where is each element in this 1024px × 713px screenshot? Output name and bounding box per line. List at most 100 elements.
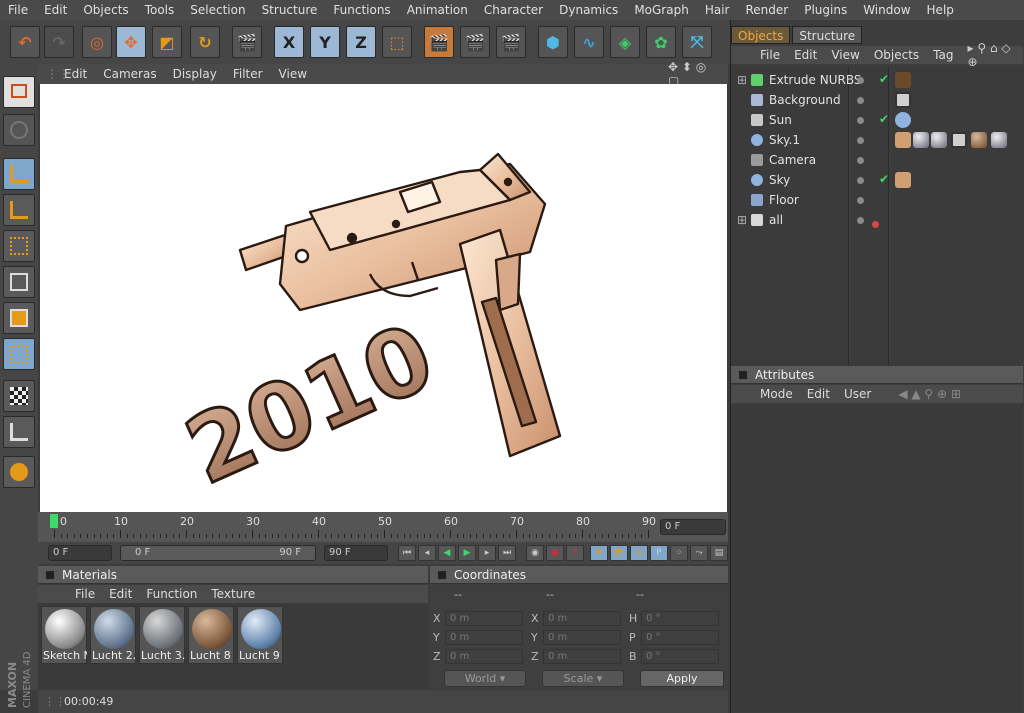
use-uv-button[interactable] — [3, 338, 35, 370]
size-z-field[interactable]: 0 m — [543, 649, 621, 664]
use-polygons-button[interactable] — [3, 302, 35, 334]
position-x-field[interactable]: 0 m — [445, 611, 523, 626]
menu-file[interactable]: File — [0, 3, 36, 17]
editor-visibility-dot[interactable] — [857, 157, 864, 164]
enabled-check-icon[interactable]: ✔ — [879, 72, 889, 86]
scale-tool-button[interactable]: ◩ — [152, 26, 182, 58]
sun-expression-tag-icon[interactable] — [895, 112, 911, 128]
menu-plugins[interactable]: Plugins — [796, 3, 855, 17]
key-parameter-toggle[interactable]: P — [650, 545, 668, 561]
material-swatch[interactable]: Lucht 9 — [237, 606, 283, 664]
render-view-button[interactable]: 🎬 — [424, 26, 454, 58]
tab-structure[interactable]: Structure — [792, 26, 863, 44]
key-rotation-toggle[interactable]: ◎ — [630, 545, 648, 561]
viewport-menu-cameras[interactable]: Cameras — [95, 67, 164, 81]
current-frame-field[interactable]: 0 F — [660, 519, 726, 535]
add-nurbs-button[interactable]: ◈ — [610, 26, 640, 58]
compositing-tag-icon[interactable] — [895, 92, 911, 108]
editor-visibility-dot[interactable] — [857, 77, 864, 84]
redo-button[interactable]: ↷ — [44, 26, 74, 58]
autokey-button[interactable]: ◉ — [546, 545, 564, 561]
z-axis-button[interactable]: Z — [346, 26, 376, 58]
editor-visibility-dot[interactable] — [857, 177, 864, 184]
object-row-sun[interactable]: Sun — [733, 110, 1021, 130]
frame-range-slider[interactable]: 0 F 90 F — [120, 545, 316, 561]
attributes-menu-user[interactable]: User — [837, 387, 878, 401]
add-array-button[interactable]: ✿ — [646, 26, 676, 58]
menu-functions[interactable]: Functions — [325, 3, 398, 17]
materials-menu-edit[interactable]: Edit — [102, 587, 139, 601]
tweak-button[interactable] — [3, 456, 35, 488]
editor-visibility-dot[interactable] — [857, 117, 864, 124]
play-forward-button[interactable]: ▶ — [458, 545, 476, 561]
timeline-ruler[interactable]: 0 10 20 30 40 50 60 70 80 90 0 F — [38, 512, 728, 542]
play-backward-button[interactable]: ◀ — [438, 545, 456, 561]
menu-objects[interactable]: Objects — [75, 3, 136, 17]
menu-render[interactable]: Render — [737, 3, 796, 17]
sky-tag-icon[interactable] — [895, 172, 911, 188]
key-pla-toggle[interactable]: ⁘ — [670, 545, 688, 561]
object-row-floor[interactable]: Floor — [733, 190, 1021, 210]
texture-axis-button[interactable] — [3, 416, 35, 448]
objects-menu-edit[interactable]: Edit — [787, 48, 824, 62]
position-y-field[interactable]: 0 m — [445, 630, 523, 645]
menu-edit[interactable]: Edit — [36, 3, 75, 17]
material-swatch[interactable]: Lucht 8 — [188, 606, 234, 664]
editor-visibility-dot[interactable] — [857, 197, 864, 204]
scheme-button[interactable]: ▤ — [710, 545, 728, 561]
object-row-extrude-nurbs[interactable]: ⊞ Extrude NURBS — [733, 70, 1021, 90]
x-axis-button[interactable]: X — [274, 26, 304, 58]
object-row-sky[interactable]: Sky — [733, 170, 1021, 190]
min-frame-field[interactable]: 0 F — [48, 545, 112, 561]
viewport-menu-filter[interactable]: Filter — [225, 67, 271, 81]
add-cube-button[interactable]: ⬢ — [538, 26, 568, 58]
attributes-menu-edit[interactable]: Edit — [800, 387, 837, 401]
interpolation-button[interactable]: ⤳ — [690, 545, 708, 561]
material-swatch[interactable]: Sketch M — [41, 606, 87, 664]
phong-tag-icon[interactable] — [895, 72, 911, 88]
tab-objects[interactable]: Objects — [731, 26, 791, 44]
add-spline-button[interactable]: ∿ — [574, 26, 604, 58]
3d-viewport[interactable]: 2010 — [40, 84, 727, 512]
viewport-menu-view[interactable]: View — [271, 67, 315, 81]
undo-button[interactable]: ↶ — [10, 26, 40, 58]
attributes-menu-mode[interactable]: Mode — [753, 387, 800, 401]
menu-tools[interactable]: Tools — [137, 3, 183, 17]
y-axis-button[interactable]: Y — [310, 26, 340, 58]
render-picture-viewer-button[interactable]: 🎬 — [460, 26, 490, 58]
object-row-background[interactable]: Background — [733, 90, 1021, 110]
compositing-tag-icon[interactable] — [951, 132, 967, 148]
position-z-field[interactable]: 0 m — [445, 649, 523, 664]
object-row-camera[interactable]: Camera — [733, 150, 1021, 170]
materials-menu-file[interactable]: File — [68, 587, 102, 601]
max-frame-field[interactable]: 90 F — [324, 545, 388, 561]
material-swatch[interactable]: Lucht 3. — [139, 606, 185, 664]
goto-start-button[interactable]: ⏮ — [398, 545, 416, 561]
render-visibility-dot[interactable] — [872, 221, 879, 228]
keyframe-selection-button[interactable]: ? — [566, 545, 584, 561]
texture-tag-icon[interactable] — [991, 132, 1007, 148]
rotation-h-field[interactable]: 0 ° — [641, 611, 719, 626]
playhead-marker[interactable] — [50, 514, 58, 528]
key-scale-toggle[interactable]: ◩ — [610, 545, 628, 561]
render-settings-button[interactable]: 🎬 — [496, 26, 526, 58]
rotation-p-field[interactable]: 0 ° — [641, 630, 719, 645]
expand-icon[interactable]: ⊞ — [737, 70, 747, 90]
menu-help[interactable]: Help — [919, 3, 962, 17]
objects-toolbar-icons[interactable]: ▸ ⚲ ⌂ ◇ ⊕ — [961, 41, 1024, 69]
use-object-axis-button[interactable] — [3, 194, 35, 226]
materials-menu-texture[interactable]: Texture — [204, 587, 262, 601]
size-x-field[interactable]: 0 m — [543, 611, 621, 626]
menu-character[interactable]: Character — [476, 3, 551, 17]
menu-animation[interactable]: Animation — [399, 3, 476, 17]
live-selection-button[interactable]: ◎ — [82, 26, 112, 58]
move-tool-button[interactable]: ✥ — [116, 26, 146, 58]
objects-menu-file[interactable]: File — [753, 48, 787, 62]
objects-menu-tag[interactable]: Tag — [926, 48, 960, 62]
use-points-button[interactable] — [3, 230, 35, 262]
editor-visibility-dot[interactable] — [857, 137, 864, 144]
texture-tag-icon[interactable] — [931, 132, 947, 148]
editor-visibility-dot[interactable] — [857, 217, 864, 224]
material-swatch[interactable]: Lucht 2. — [90, 606, 136, 664]
viewport-menu-edit[interactable]: Edit — [56, 67, 95, 81]
